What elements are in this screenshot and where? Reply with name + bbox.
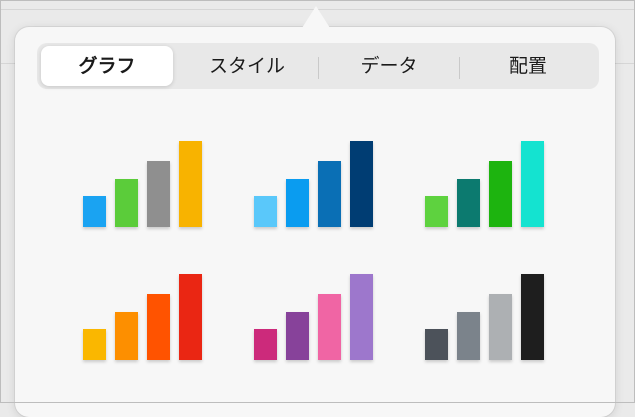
chart-style-greens[interactable]	[425, 117, 565, 227]
style-bar	[318, 161, 341, 227]
style-bar	[489, 294, 512, 360]
style-bar	[115, 179, 138, 227]
style-bar	[318, 294, 341, 360]
chart-style-multicolor[interactable]	[83, 117, 223, 227]
style-bar	[350, 141, 373, 227]
chart-style-pinks-purples[interactable]	[254, 250, 394, 360]
style-bar	[83, 196, 106, 227]
popover-arrow	[302, 6, 330, 28]
style-bar	[350, 274, 373, 360]
style-bar	[254, 329, 277, 360]
style-bar	[179, 274, 202, 360]
tab-chart[interactable]: グラフ	[41, 46, 173, 86]
style-bar	[489, 161, 512, 227]
segmented-control: グラフ スタイル データ 配置	[37, 43, 599, 89]
style-bar	[521, 274, 544, 360]
style-bar	[286, 179, 309, 227]
style-bar	[115, 312, 138, 360]
style-bar	[147, 161, 170, 227]
tab-data[interactable]: データ	[319, 46, 459, 86]
style-bar	[425, 196, 448, 227]
chart-style-grays[interactable]	[425, 250, 565, 360]
style-bar	[457, 179, 480, 227]
style-bar	[179, 141, 202, 227]
style-bar	[425, 329, 448, 360]
tab-style[interactable]: スタイル	[177, 46, 317, 86]
chart-style-oranges[interactable]	[83, 250, 223, 360]
style-bar	[286, 312, 309, 360]
chart-style-blues[interactable]	[254, 117, 394, 227]
tab-arrange[interactable]: 配置	[460, 46, 596, 86]
style-bar	[254, 196, 277, 227]
chart-popover: グラフ スタイル データ 配置	[15, 6, 615, 417]
style-bar	[147, 294, 170, 360]
style-bar	[521, 141, 544, 227]
style-bar	[83, 329, 106, 360]
style-bar	[457, 312, 480, 360]
